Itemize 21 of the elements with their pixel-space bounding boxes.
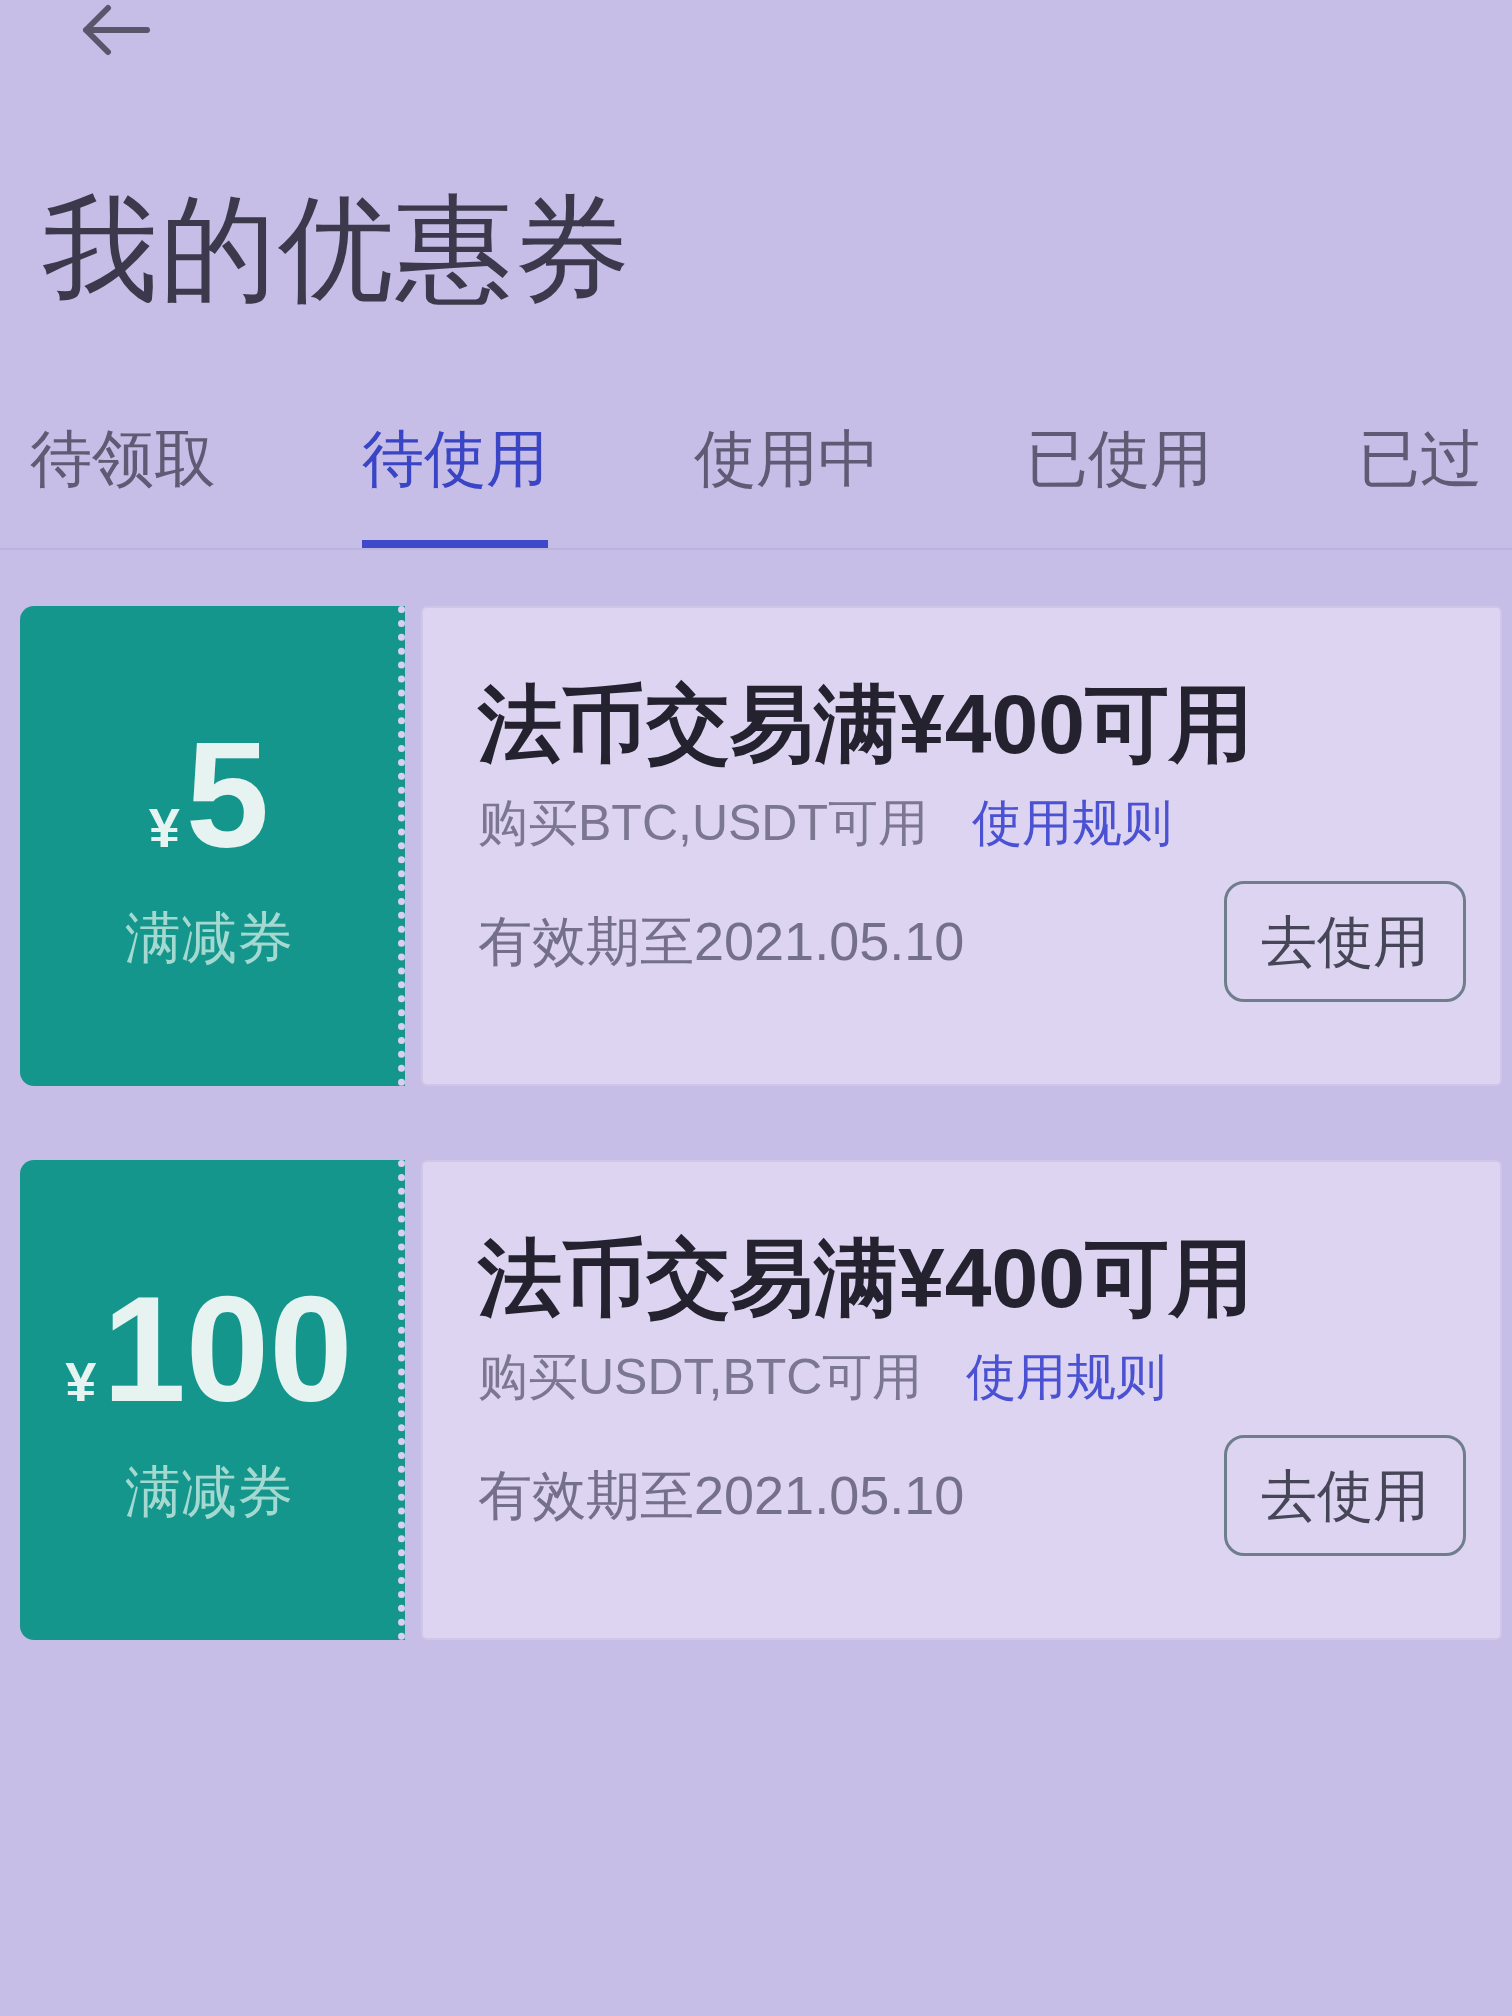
- validity-date: 有效期至2021.05.10: [478, 1463, 965, 1527]
- coupon-type-label: 满减券: [125, 905, 293, 972]
- coupon-type-label: 满减券: [125, 1459, 293, 1526]
- use-coupon-button[interactable]: 去使用: [1224, 880, 1466, 1002]
- validity-date: 有效期至2021.05.10: [478, 909, 965, 973]
- tab[interactable]: 待领取: [30, 391, 216, 548]
- coupon-title: 法币交易满¥400可用: [478, 676, 1254, 773]
- tab[interactable]: 已过: [1358, 391, 1482, 548]
- coupon-scope-text: 购买BTC,USDT可用: [478, 793, 928, 853]
- use-coupon-button[interactable]: 去使用: [1224, 1434, 1466, 1556]
- back-arrow-icon[interactable]: [80, 4, 150, 56]
- page-title: 我的优惠券: [42, 186, 633, 314]
- tab[interactable]: 已使用: [1026, 391, 1212, 548]
- coupon-amount: ¥100: [65, 1274, 353, 1425]
- coupon-amount: ¥5: [148, 720, 270, 871]
- coupon-scope-text: 购买USDT,BTC可用: [478, 1347, 923, 1407]
- tab[interactable]: 使用中: [694, 391, 880, 548]
- usage-rules-link[interactable]: 使用规则: [966, 1346, 1167, 1407]
- tab[interactable]: 待使用: [362, 391, 548, 548]
- usage-rules-link[interactable]: 使用规则: [972, 792, 1172, 853]
- coupon-title: 法币交易满¥400可用: [478, 1230, 1254, 1327]
